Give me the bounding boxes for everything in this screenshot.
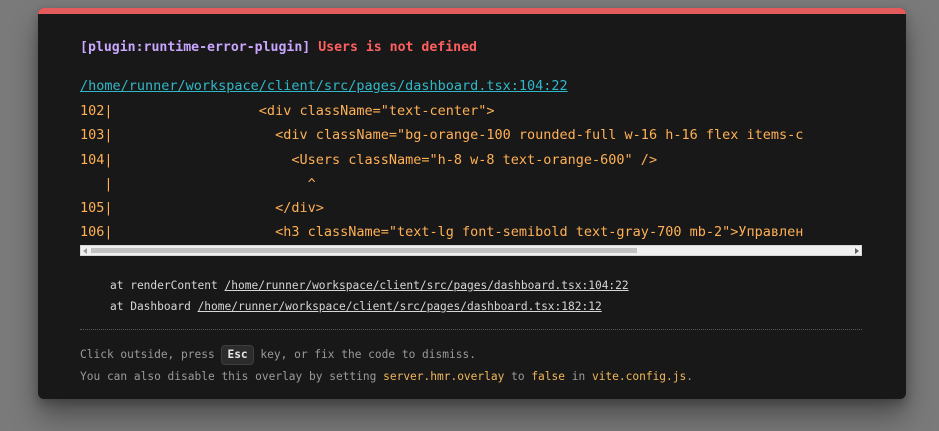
esc-key-badge[interactable]: Esc xyxy=(221,344,254,365)
tip-text: key, or fix the code to dismiss. xyxy=(253,347,476,361)
stack-frame: at Dashboard /home/runner/workspace/clie… xyxy=(110,296,862,317)
tip-text: Click outside, press xyxy=(80,347,222,361)
tip-text: in xyxy=(565,369,592,383)
scrollbar-thumb[interactable] xyxy=(91,247,637,253)
stack-frame-prefix: at Dashboard xyxy=(110,299,198,313)
tip-line-2: You can also disable this overlay by set… xyxy=(80,366,862,388)
config-file: vite.config.js xyxy=(591,369,687,383)
scroll-right-arrow-icon[interactable] xyxy=(855,247,859,254)
error-message: Users is not defined xyxy=(318,40,477,55)
plugin-name: [plugin:runtime-error-plugin] xyxy=(80,40,311,55)
config-value: false xyxy=(531,369,565,383)
overlay-content: [plugin:runtime-error-plugin] Users is n… xyxy=(80,34,862,388)
error-title: [plugin:runtime-error-plugin] Users is n… xyxy=(80,37,862,59)
tip-text: to xyxy=(504,369,532,383)
error-file-link[interactable]: /home/runner/workspace/client/src/pages/… xyxy=(80,75,568,97)
code-line: 103| <div className="bg-orange-100 round… xyxy=(80,127,804,144)
code-line: 105| </div> xyxy=(80,200,324,217)
code-line: 106| <h3 className="text-lg font-semibol… xyxy=(80,224,804,241)
stack-frame-link[interactable]: /home/runner/workspace/client/src/pages/… xyxy=(198,300,602,313)
horizontal-scrollbar[interactable] xyxy=(80,244,862,256)
scroll-left-arrow-icon[interactable] xyxy=(83,247,87,254)
tip-line-1: Click outside, press Esc key, or fix the… xyxy=(80,344,862,366)
stack-frame-link[interactable]: /home/runner/workspace/client/src/pages/… xyxy=(225,279,629,292)
code-line-caret: | ^ xyxy=(80,175,316,192)
error-overlay: [plugin:runtime-error-plugin] Users is n… xyxy=(38,8,906,399)
divider xyxy=(80,328,862,330)
code-line: 104| <Users className="h-8 w-8 text-oran… xyxy=(80,151,658,168)
stack-frame-prefix: at renderContent xyxy=(110,278,225,292)
code-line: 102| <div className="text-center"> xyxy=(80,103,495,119)
config-key: server.hmr.overlay xyxy=(383,369,505,383)
stack-trace: at renderContent /home/runner/workspace/… xyxy=(80,275,862,317)
tip-text: You can also disable this overlay by set… xyxy=(80,369,384,383)
error-accent-bar xyxy=(38,8,906,14)
stack-frame: at renderContent /home/runner/workspace/… xyxy=(110,275,862,296)
dismiss-tip: Click outside, press Esc key, or fix the… xyxy=(80,344,862,388)
tip-text: . xyxy=(686,369,693,383)
code-frame: 102| <div className="text-center"> 103| … xyxy=(80,99,862,245)
